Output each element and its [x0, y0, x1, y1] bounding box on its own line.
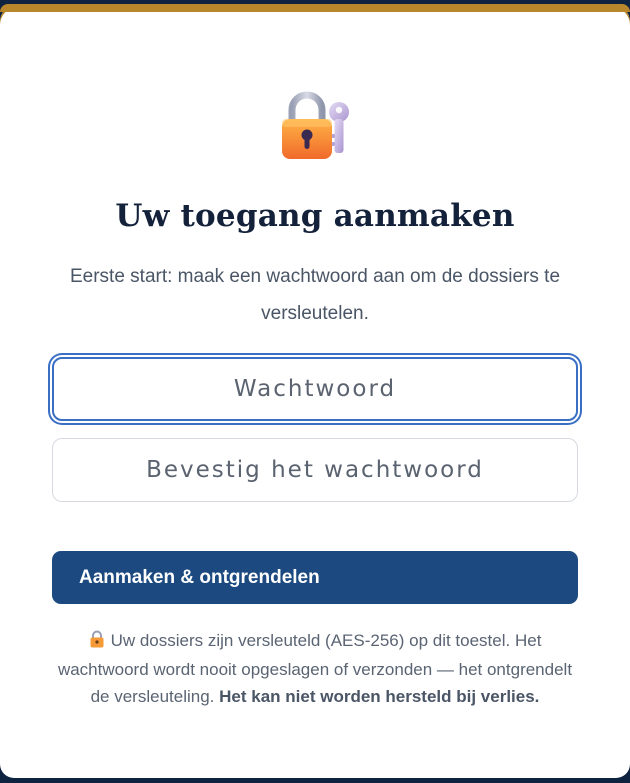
- confirm-password-input[interactable]: [52, 438, 578, 502]
- password-input[interactable]: [52, 357, 578, 421]
- lock-with-key-icon: [277, 86, 353, 162]
- card-top-accent: [0, 4, 630, 12]
- security-note-warning: Het kan niet worden hersteld bij verlies…: [219, 687, 540, 706]
- lock-icon: [89, 629, 105, 656]
- page-subtitle: Eerste start: maak een wachtwoord aan om…: [69, 266, 561, 324]
- page-title: Uw toegang aanmaken: [115, 198, 515, 234]
- setup-card: Uw toegang aanmaken Eerste start: maak e…: [0, 4, 630, 778]
- security-note: Uw dossiers zijn versleuteld (AES-256) o…: [56, 627, 574, 710]
- create-and-unlock-button[interactable]: Aanmaken & ontgrendelen: [52, 551, 578, 604]
